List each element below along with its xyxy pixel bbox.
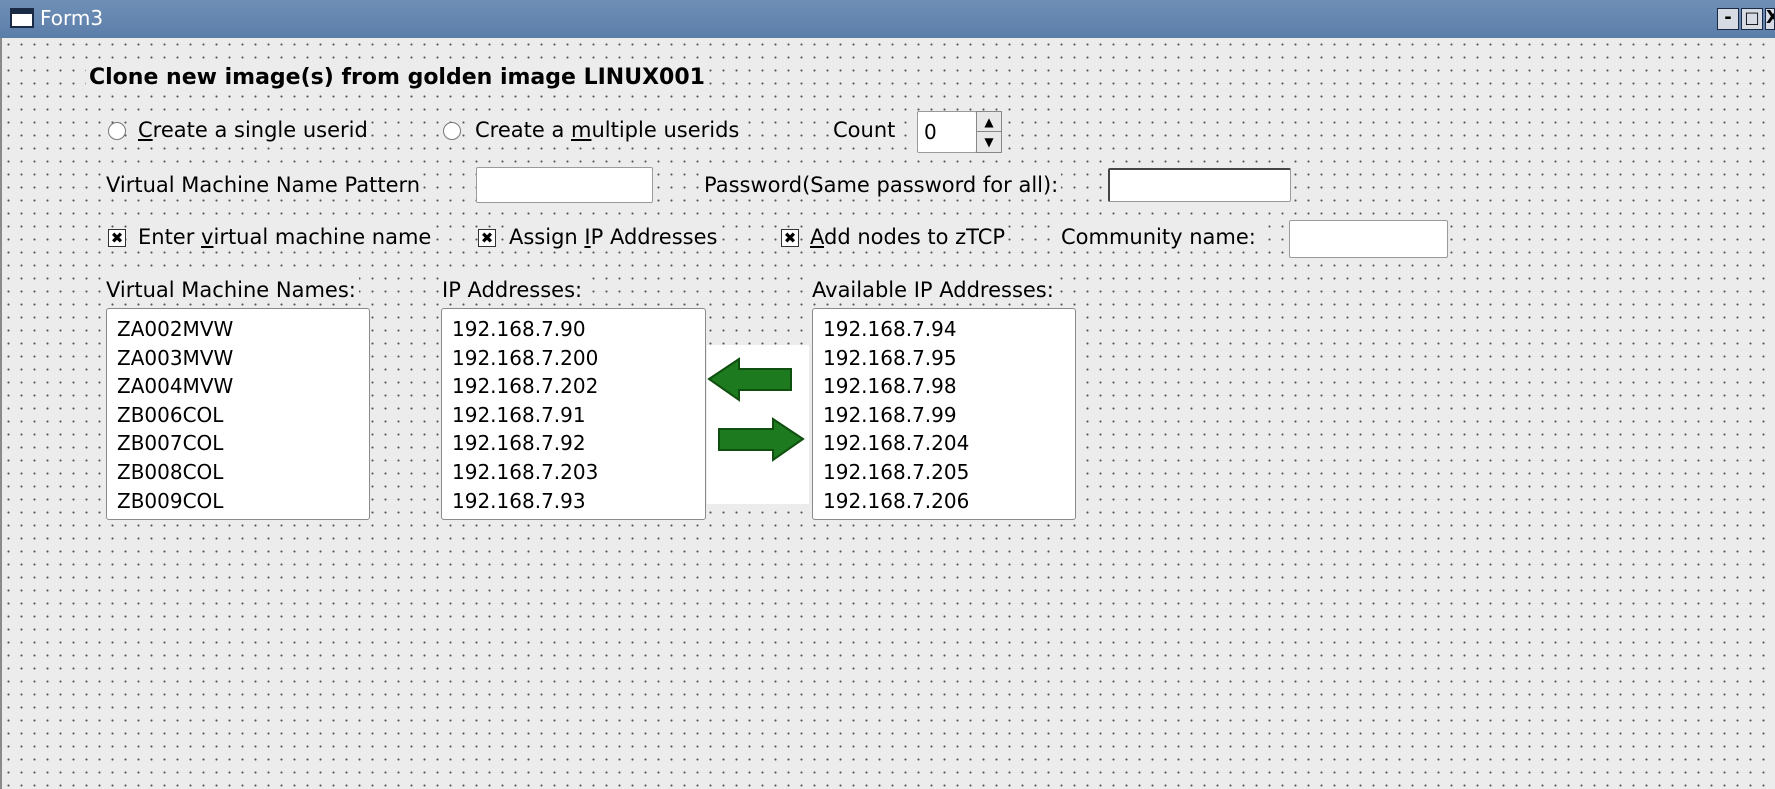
list-item[interactable]: 192.168.7.92 [452, 429, 695, 458]
add-nodes-checkbox[interactable]: ✖ [781, 229, 799, 247]
community-name-label: Community name: [1058, 224, 1259, 250]
ip-addresses-listbox[interactable]: 192.168.7.90 192.168.7.200 192.168.7.202… [441, 308, 706, 520]
close-button[interactable]: X [1765, 8, 1775, 30]
list-item[interactable]: ZB007COL [117, 429, 359, 458]
window-icon [10, 8, 34, 28]
list-item[interactable]: 192.168.7.90 [452, 315, 695, 344]
password-label: Password(Same password for all): [701, 172, 1062, 198]
multiple-userids-label[interactable]: Create a multiple userids [472, 117, 743, 143]
list-item[interactable]: ZA003MVW [117, 344, 359, 373]
available-ip-listbox[interactable]: 192.168.7.94 192.168.7.95 192.168.7.98 1… [812, 308, 1076, 520]
move-left-icon[interactable] [707, 357, 792, 402]
list-item[interactable]: 192.168.7.205 [823, 458, 1065, 487]
available-ip-addresses-label: Available IP Addresses: [809, 277, 1057, 303]
vm-name-pattern-label: Virtual Machine Name Pattern [103, 172, 424, 198]
list-item[interactable]: 192.168.7.91 [452, 401, 695, 430]
list-item[interactable]: 192.168.7.93 [452, 487, 695, 516]
list-item[interactable]: 192.168.7.99 [823, 401, 1065, 430]
list-item[interactable]: ZB008COL [117, 458, 359, 487]
window-title: Form3 [40, 6, 104, 30]
vm-names-label: Virtual Machine Names: [103, 277, 359, 303]
list-item[interactable]: 192.168.7.203 [452, 458, 695, 487]
move-right-icon[interactable] [718, 417, 805, 462]
spin-up-icon[interactable]: ▲ [977, 112, 1001, 132]
vm-name-pattern-input[interactable] [476, 167, 653, 203]
count-input[interactable]: 0 [917, 111, 977, 153]
transfer-arrows [707, 357, 805, 462]
enter-vm-name-checkbox[interactable]: ✖ [108, 229, 126, 247]
count-label: Count [830, 117, 899, 143]
add-nodes-label[interactable]: Add nodes to zTCP [807, 224, 1009, 250]
ip-addresses-label: IP Addresses: [439, 277, 586, 303]
password-input[interactable] [1108, 168, 1291, 202]
list-item[interactable]: ZB006COL [117, 401, 359, 430]
spin-down-icon[interactable]: ▼ [977, 132, 1001, 152]
form-client-area: Clone new image(s) from golden image LIN… [0, 38, 1775, 789]
form3-window: Form3 - □ X Clone new image(s) from gold… [0, 0, 1775, 789]
enter-vm-name-label[interactable]: Enter virtual machine name [135, 224, 435, 250]
list-item[interactable]: ZA004MVW [117, 372, 359, 401]
assign-ip-checkbox[interactable]: ✖ [478, 229, 496, 247]
minimize-button[interactable]: - [1717, 8, 1739, 30]
title-bar[interactable]: Form3 - □ X [0, 0, 1775, 38]
maximize-button[interactable]: □ [1741, 8, 1763, 30]
list-item[interactable]: 192.168.7.202 [452, 372, 695, 401]
list-item[interactable]: 192.168.7.206 [823, 487, 1065, 516]
community-name-input[interactable] [1289, 220, 1448, 258]
list-item[interactable]: 192.168.7.95 [823, 344, 1065, 373]
single-userid-radio[interactable] [108, 122, 126, 140]
list-item[interactable]: 192.168.7.200 [452, 344, 695, 373]
transfer-buttons-panel [707, 345, 809, 504]
list-item[interactable]: ZA002MVW [117, 315, 359, 344]
list-item[interactable]: 192.168.7.98 [823, 372, 1065, 401]
list-item[interactable]: ZB009COL [117, 487, 359, 516]
list-item[interactable]: 192.168.7.204 [823, 429, 1065, 458]
count-spinner[interactable]: ▲ ▼ [976, 111, 1002, 153]
vm-names-listbox[interactable]: ZA002MVW ZA003MVW ZA004MVW ZB006COL ZB00… [106, 308, 370, 520]
single-userid-label[interactable]: Create a single userid [135, 117, 371, 143]
form-heading: Clone new image(s) from golden image LIN… [86, 65, 708, 91]
multiple-userids-radio[interactable] [443, 122, 461, 140]
assign-ip-label[interactable]: Assign IP Addresses [506, 224, 721, 250]
list-item[interactable]: 192.168.7.94 [823, 315, 1065, 344]
